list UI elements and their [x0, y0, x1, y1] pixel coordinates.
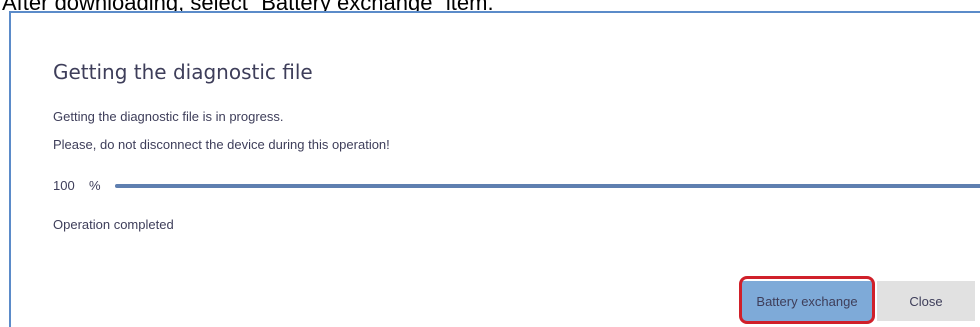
- screenshot-page: After downloading, select “Battery excha…: [0, 0, 980, 327]
- progress-message: Getting the diagnostic file is in progre…: [53, 109, 284, 124]
- status-message: Operation completed: [53, 217, 174, 232]
- battery-exchange-button[interactable]: Battery exchange: [742, 281, 872, 321]
- close-button[interactable]: Close: [877, 281, 975, 321]
- progress-bar: [115, 184, 980, 188]
- dialog-title: Getting the diagnostic file: [53, 60, 313, 84]
- diagnostic-dialog: Getting the diagnostic file Getting the …: [9, 11, 980, 327]
- warning-message: Please, do not disconnect the device dur…: [53, 137, 390, 152]
- progress-percent-unit: %: [89, 178, 101, 193]
- progress-percent-value: 100: [53, 178, 75, 193]
- progress-bar-fill: [115, 184, 980, 188]
- progress-row: 100 %: [53, 175, 980, 195]
